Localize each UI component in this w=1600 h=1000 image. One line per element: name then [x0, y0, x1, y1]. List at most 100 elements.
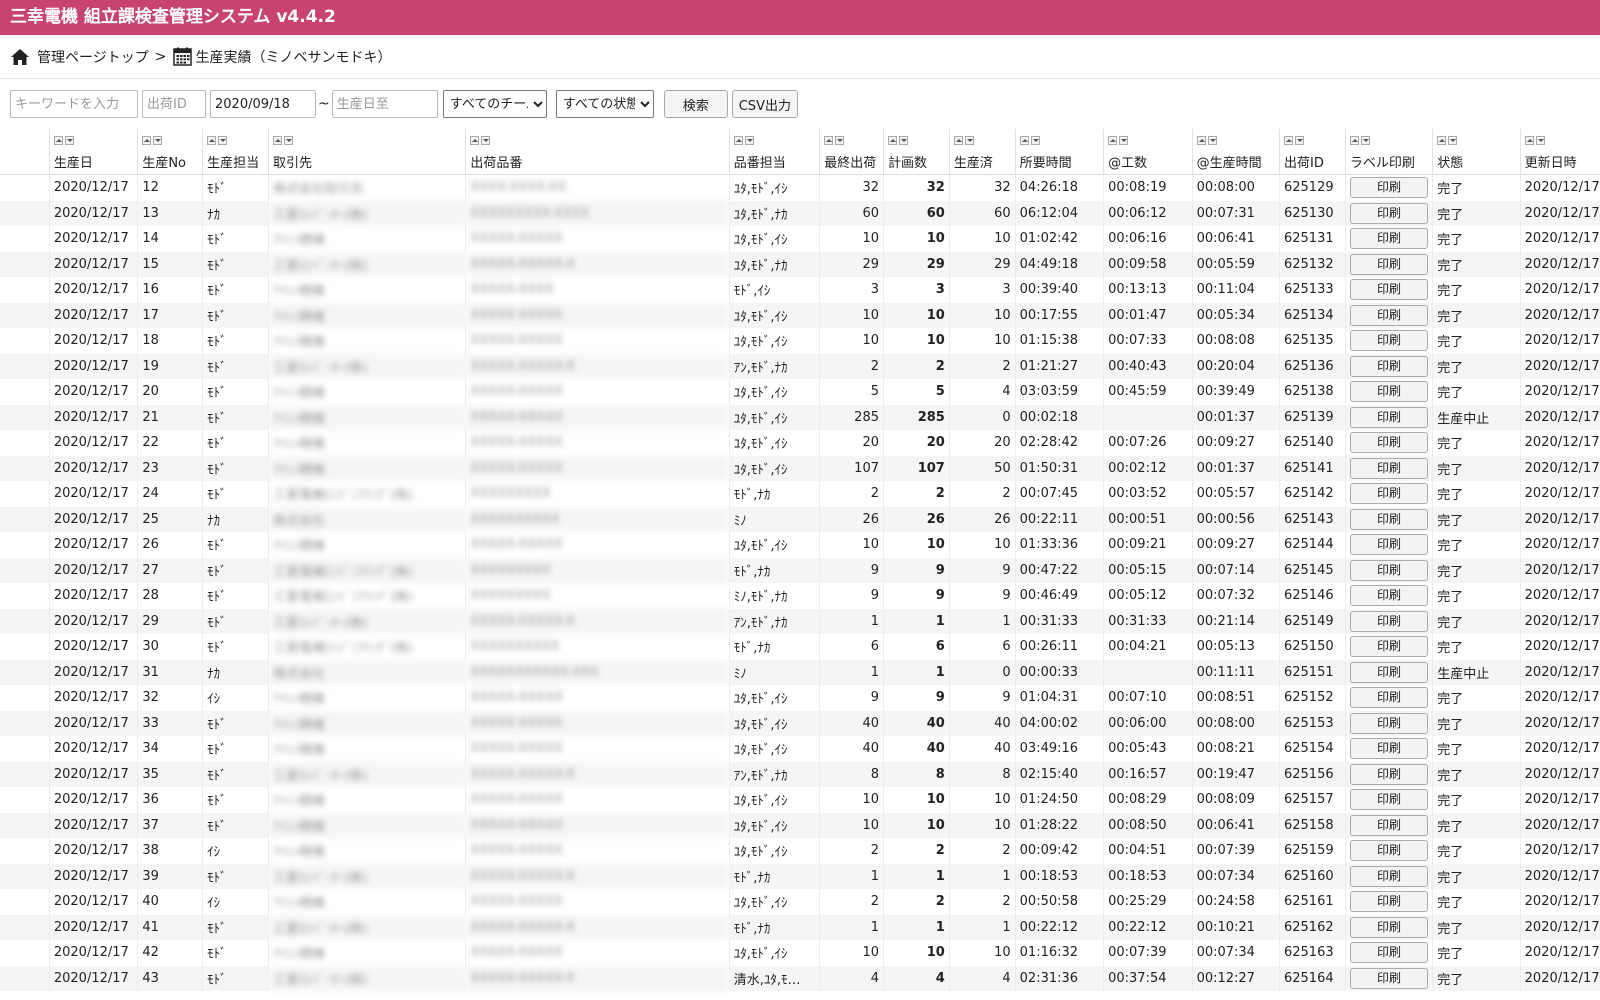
table-row[interactable]: 2020/12/17 36 ﾓﾄﾞ ｱｲｼﾝ精機 XXXXX-XXXXX ﾕﾀ,ﾓﾄﾞ,ｲ… — [0, 787, 1600, 813]
column-header-planned-qty[interactable]: 計画数 — [883, 129, 950, 175]
table-row[interactable]: 2020/12/17 13 ﾅｶ 三菱ｴﾚﾍﾞｰﾀｰ(株) XXXXXXXXX-XXXX… — [0, 200, 1600, 226]
column-header-part-staff[interactable]: 品番担当 — [728, 129, 820, 175]
print-label-button[interactable]: 印刷 — [1350, 942, 1429, 964]
print-label-button[interactable]: 印刷 — [1350, 432, 1429, 454]
table-row[interactable]: 2020/12/17 34 ﾓﾄﾞ ｱｲｼﾝ精機 XXXXX-XXXXX ﾕﾀ,ﾓﾄﾞ,ｲ… — [0, 736, 1600, 762]
sort-asc-icon[interactable] — [53, 136, 63, 145]
print-label-button[interactable]: 印刷 — [1350, 355, 1429, 377]
sort-asc-icon[interactable] — [1108, 136, 1118, 145]
column-header-produced-qty[interactable]: 生産済 — [948, 129, 1016, 175]
table-row[interactable]: 2020/12/17 28 ﾓﾄﾞ 三菱電機ｴﾝｼﾞﾆｱﾘﾝｸﾞ(株) XXXXXXXX… — [0, 583, 1600, 609]
print-label-button[interactable]: 印刷 — [1350, 253, 1429, 275]
print-label-button[interactable]: 印刷 — [1350, 891, 1429, 913]
breadcrumb-top-link[interactable]: 管理ページトップ — [37, 47, 149, 67]
print-label-button[interactable]: 印刷 — [1350, 840, 1429, 862]
sort-desc-icon[interactable] — [283, 136, 293, 145]
print-label-button[interactable]: 印刷 — [1350, 712, 1429, 734]
sort-desc-icon[interactable] — [218, 136, 228, 145]
print-label-button[interactable]: 印刷 — [1350, 559, 1429, 581]
column-header-production-time[interactable]: @生産時間 — [1191, 129, 1280, 175]
home-icon[interactable] — [10, 48, 30, 66]
table-row[interactable]: 2020/12/17 40 ｲｼ ｱｲｼﾝ精機 XXXXX-XXXXX ﾕﾀ,ﾓﾄﾞ,ｲｼ… — [0, 889, 1600, 915]
print-label-button[interactable]: 印刷 — [1350, 508, 1429, 530]
table-row[interactable]: 2020/12/17 22 ﾓﾄﾞ ｱｲｼﾝ精機 XXXXX-XXXXX ﾕﾀ,ﾓﾄﾞ,ｲ… — [0, 430, 1600, 456]
sort-asc-icon[interactable] — [1524, 136, 1534, 145]
table-row[interactable]: 2020/12/17 41 ﾓﾄﾞ 三菱ｴﾚﾍﾞｰﾀｰ(株) XXXXX-XXXXX-X… — [0, 914, 1600, 940]
sort-desc-icon[interactable] — [1030, 136, 1040, 145]
sort-desc-icon[interactable] — [64, 136, 74, 145]
sort-desc-icon[interactable] — [744, 136, 754, 145]
sort-asc-icon[interactable] — [824, 136, 834, 145]
sort-asc-icon[interactable] — [1196, 136, 1206, 145]
table-row[interactable]: 2020/12/17 16 ﾓﾄﾞ ｱｲｼﾝ精機 XXXXX-XXXX ﾓﾄﾞ,ｲｼ 3 3 3… — [0, 277, 1600, 303]
table-row[interactable]: 2020/12/17 26 ﾓﾄﾞ ｱｲｼﾝ精機 XXXXX-XXXXX ﾕﾀ,ﾓﾄﾞ,ｲ… — [0, 532, 1600, 558]
column-header-shipping-id[interactable]: 出荷ID — [1278, 129, 1346, 175]
table-row[interactable]: 2020/12/17 42 ﾓﾄﾞ ｱｲｼﾝ精機 XXXXX-XXXXX ﾕﾀ,ﾓﾄﾞ,ｲ… — [0, 940, 1600, 966]
shipping-id-input[interactable] — [142, 90, 206, 118]
table-row[interactable]: 2020/12/17 31 ﾅｶ 株式会社 XXXXXXXXXXX-XXX ﾐﾉ 1 1 0 00… — [0, 659, 1600, 685]
print-label-button[interactable]: 印刷 — [1350, 661, 1429, 683]
state-select[interactable]: すべての状態 — [555, 90, 654, 118]
table-row[interactable]: 2020/12/17 15 ﾓﾄﾞ 三菱ｴﾚﾍﾞｰﾀｰ(株) XXXXX-XXXXX-X… — [0, 251, 1600, 277]
print-label-button[interactable]: 印刷 — [1350, 687, 1429, 709]
print-label-button[interactable]: 印刷 — [1350, 330, 1429, 352]
print-label-button[interactable]: 印刷 — [1350, 814, 1429, 836]
print-label-button[interactable]: 印刷 — [1350, 279, 1429, 301]
sort-desc-icon[interactable] — [899, 136, 908, 145]
sort-desc-icon[interactable] — [1360, 136, 1370, 145]
print-label-button[interactable]: 印刷 — [1350, 406, 1429, 428]
column-header-required-time[interactable]: 所要時間 — [1014, 129, 1104, 175]
table-row[interactable]: 2020/12/17 23 ﾓﾄﾞ ｱｲｼﾝ精機 XXXXX-XXXXX ﾕﾀ,ﾓﾄﾞ,ｲ… — [0, 455, 1600, 481]
sort-asc-icon[interactable] — [1437, 136, 1447, 145]
sort-desc-icon[interactable] — [481, 136, 491, 145]
table-row[interactable]: 2020/12/17 17 ﾓﾄﾞ ｱｲｼﾝ精機 XXXXX-XXXXX ﾕﾀ,ﾓﾄﾞ,ｲ… — [0, 302, 1600, 328]
print-label-button[interactable]: 印刷 — [1350, 738, 1429, 760]
print-label-button[interactable]: 印刷 — [1350, 228, 1429, 250]
csv-export-button[interactable]: CSV出力 — [731, 90, 798, 118]
print-label-button[interactable]: 印刷 — [1350, 585, 1429, 607]
table-row[interactable]: 2020/12/17 25 ﾅｶ 株式会社 XXXXXXXXXX ﾐﾉ 26 26 26 00:2… — [0, 506, 1600, 532]
team-select[interactable]: すべてのチーム — [442, 90, 547, 118]
sort-asc-icon[interactable] — [142, 136, 152, 145]
column-header-production-staff[interactable]: 生産担当 — [202, 129, 269, 175]
print-label-button[interactable]: 印刷 — [1350, 202, 1429, 224]
print-label-button[interactable]: 印刷 — [1350, 534, 1429, 556]
table-row[interactable]: 2020/12/17 33 ﾓﾄﾞ ｱｲｼﾝ精機 XXXXX-XXXXX ﾕﾀ,ﾓﾄﾞ,ｲ… — [0, 710, 1600, 736]
column-header-production-date[interactable]: 生産日 — [48, 129, 138, 175]
results-table-container[interactable]: 生産日 生産No 生産担当 取引先 出荷品番 品番担当 最終出荷 計画数 生産済 所要時間 @工数 @… — [0, 129, 1600, 1000]
column-header-status[interactable]: 状態 — [1432, 129, 1521, 175]
sort-desc-icon[interactable] — [1207, 136, 1217, 145]
column-header-shipping-part-no[interactable]: 出荷品番 — [465, 129, 730, 175]
table-row[interactable]: 2020/12/17 18 ﾓﾄﾞ ｱｲｼﾝ精機 XXXXX-XXXXX ﾕﾀ,ﾓﾄﾞ,ｲ… — [0, 328, 1600, 354]
sort-desc-icon[interactable] — [1448, 136, 1458, 145]
sort-desc-icon[interactable] — [153, 136, 163, 145]
table-row[interactable]: 2020/12/17 30 ﾓﾄﾞ 三菱電機ｴﾝｼﾞﾆｱﾘﾝｸﾞ(株) XXXXXXXX… — [0, 634, 1600, 660]
table-row[interactable]: 2020/12/17 29 ﾓﾄﾞ 三菱ｴﾚﾍﾞｰﾀｰ(株) XXXXX-XXXXX-X… — [0, 608, 1600, 634]
date-to-input[interactable] — [331, 90, 438, 118]
keyword-input[interactable] — [10, 90, 138, 118]
print-label-button[interactable]: 印刷 — [1350, 789, 1429, 811]
table-row[interactable]: 2020/12/17 21 ﾓﾄﾞ ｱｲｼﾝ精機 XXXXX-XXXXX ﾕﾀ,ﾓﾄﾞ,ｲ… — [0, 404, 1600, 430]
print-label-button[interactable]: 印刷 — [1350, 457, 1429, 479]
print-label-button[interactable]: 印刷 — [1350, 916, 1429, 938]
print-label-button[interactable]: 印刷 — [1350, 636, 1429, 658]
table-row[interactable]: 2020/12/17 39 ﾓﾄﾞ 三菱ｴﾚﾍﾞｰﾀｰ(株) XXXXX-XXXXX-X… — [0, 863, 1600, 889]
column-header-label-print[interactable]: ラベル印刷 — [1344, 129, 1433, 175]
table-row[interactable]: 2020/12/17 20 ﾓﾄﾞ ｱｲｼﾝ精機 XXXXX-XXXXX ﾕﾀ,ﾓﾄﾞ,ｲ… — [0, 379, 1600, 405]
sort-asc-icon[interactable] — [733, 136, 743, 145]
table-row[interactable]: 2020/12/17 32 ｲｼ ｱｲｼﾝ精機 XXXXX-XXXXX ﾕﾀ,ﾓﾄﾞ,ｲｼ… — [0, 685, 1600, 711]
table-row[interactable]: 2020/12/17 38 ｲｼ ｱｲｼﾝ精機 XXXXX-XXXXX ﾕﾀ,ﾓﾄﾞ,ｲｼ… — [0, 838, 1600, 864]
table-row[interactable]: 2020/12/17 14 ﾓﾄﾞ ｱｲｼﾝ精機 XXXXX-XXXXX ﾕﾀ,ﾓﾄﾞ,ｲ… — [0, 226, 1600, 252]
print-label-button[interactable]: 印刷 — [1350, 483, 1429, 505]
table-row[interactable]: 2020/12/17 37 ﾓﾄﾞ ｱｲｼﾝ精機 XXXXX-XXXXX ﾕﾀ,ﾓﾄﾞ,ｲ… — [0, 812, 1600, 838]
table-row[interactable]: 2020/12/17 43 ﾓﾄﾞ 三菱ｴﾚﾍﾞｰﾀｰ(株) XXXXX-XXXXX-X… — [0, 965, 1600, 991]
print-label-button[interactable]: 印刷 — [1350, 865, 1429, 887]
sort-asc-icon[interactable] — [272, 136, 282, 145]
print-label-button[interactable]: 印刷 — [1350, 381, 1429, 403]
table-row[interactable]: 2020/12/17 35 ﾓﾄﾞ 三菱ｴﾚﾍﾞｰﾀｰ(株) XXXXX-XXXXX-X… — [0, 761, 1600, 787]
print-label-button[interactable]: 印刷 — [1350, 304, 1429, 326]
column-header-man-hours[interactable]: @工数 — [1103, 129, 1193, 175]
print-label-button[interactable]: 印刷 — [1350, 177, 1429, 199]
date-from-input[interactable] — [210, 90, 316, 118]
sort-asc-icon[interactable] — [953, 136, 963, 145]
